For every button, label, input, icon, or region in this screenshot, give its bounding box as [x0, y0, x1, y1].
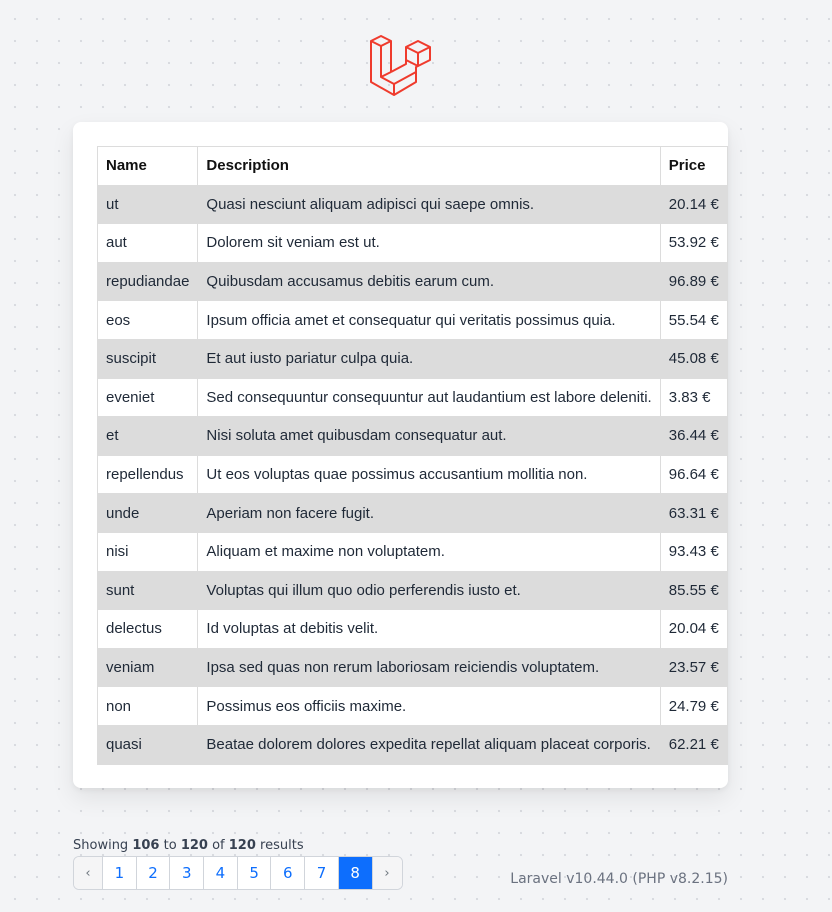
- cell-price: 96.89 €: [659, 261, 728, 302]
- cell-name: suscipit: [96, 338, 199, 379]
- table-row: eveniet Sed consequuntur consequuntur aut…: [96, 377, 728, 418]
- to-word: to: [163, 838, 177, 853]
- table-row: suscipit Et aut iusto pariatur culpa quia…: [96, 338, 728, 379]
- table-row: non Possimus eos officiis maxime. 24.79 €: [96, 686, 728, 726]
- cell-name: non: [96, 686, 199, 726]
- cell-description: Aliquam et maxime non voluptatem.: [197, 531, 661, 572]
- cell-name: delectus: [96, 609, 199, 649]
- table-row: veniam Ipsa sed quas non rerum laboriosam…: [96, 647, 728, 688]
- of-word: of: [212, 838, 225, 853]
- cell-name: unde: [96, 493, 199, 533]
- cell-description: Aperiam non facere fugit.: [197, 493, 661, 533]
- cell-price: 36.44 €: [659, 416, 728, 456]
- table-row: repellendus Ut eos voluptas quae possimus…: [96, 454, 728, 495]
- cell-name: nisi: [96, 531, 199, 572]
- range-from: 106: [132, 838, 160, 853]
- table-row: quasi Beatae dolorem dolores expedita rep…: [96, 724, 728, 765]
- cell-description: Sed consequuntur consequuntur aut laudan…: [197, 377, 661, 418]
- table-row: nisi Aliquam et maxime non voluptatem. 93.…: [96, 531, 728, 572]
- cell-price: 53.92 €: [659, 223, 728, 263]
- table-row: eos Ipsum officia amet et consequatur qui…: [96, 300, 728, 340]
- previous-page-button[interactable]: ‹: [74, 857, 103, 889]
- column-header-name: Name: [96, 146, 199, 186]
- cell-description: Dolorem sit veniam est ut.: [197, 223, 661, 263]
- page-button-5[interactable]: 5: [238, 857, 272, 889]
- cell-price: 20.14 €: [659, 184, 728, 225]
- cell-description: Id voluptas at debitis velit.: [197, 609, 661, 649]
- table-header-row: Name Description Price: [96, 146, 728, 186]
- page-button-3[interactable]: 3: [170, 857, 205, 889]
- cell-description: Ipsum officia amet et consequatur qui ve…: [197, 300, 661, 340]
- table-row: et Nisi soluta amet quibusdam consequatur…: [96, 416, 728, 456]
- pagination: ‹ 1 2 3 4 5 6 7 8 ›: [73, 856, 403, 890]
- cell-description: Beatae dolorem dolores expedita repellat…: [197, 724, 661, 765]
- cell-name: ut: [96, 184, 199, 225]
- cell-name: quasi: [96, 724, 199, 765]
- total-results: 120: [228, 838, 256, 853]
- page-button-6[interactable]: 6: [271, 857, 306, 889]
- cell-price: 85.55 €: [659, 570, 728, 611]
- column-header-price: Price: [659, 146, 728, 186]
- table-row: sunt Voluptas qui illum quo odio perferen…: [96, 570, 728, 611]
- cell-name: repellendus: [96, 454, 199, 495]
- cell-name: eos: [96, 300, 199, 340]
- showing-prefix: Showing: [73, 838, 129, 853]
- cell-name: repudiandae: [96, 261, 199, 302]
- table-row: ut Quasi nesciunt aliquam adipisci qui sa…: [96, 184, 728, 225]
- table-row: aut Dolorem sit veniam est ut. 53.92 €: [96, 223, 728, 263]
- page-button-8[interactable]: 8: [338, 857, 373, 889]
- cell-description: Possimus eos officiis maxime.: [197, 686, 661, 726]
- cell-price: 62.21 €: [659, 724, 728, 765]
- cell-price: 23.57 €: [659, 647, 728, 688]
- cell-price: 45.08 €: [659, 338, 728, 379]
- range-to: 120: [180, 838, 208, 853]
- page-button-4[interactable]: 4: [204, 857, 238, 889]
- cell-description: Quasi nesciunt aliquam adipisci qui saep…: [197, 184, 661, 225]
- page-button-2[interactable]: 2: [137, 857, 171, 889]
- products-table: Name Description Price ut Quasi nesciunt …: [96, 146, 728, 765]
- cell-description: Quibusdam accusamus debitis earum cum.: [197, 261, 661, 302]
- version-info: Laravel v10.44.0 (PHP v8.2.15): [510, 871, 728, 887]
- cell-price: 63.31 €: [659, 493, 728, 533]
- table-row: unde Aperiam non facere fugit. 63.31 €: [96, 493, 728, 533]
- cell-name: veniam: [96, 647, 199, 688]
- cell-name: aut: [96, 223, 199, 263]
- column-header-description: Description: [197, 146, 661, 186]
- next-page-button[interactable]: ›: [372, 857, 402, 889]
- cell-name: sunt: [96, 570, 199, 611]
- products-card: Name Description Price ut Quasi nesciunt …: [73, 122, 728, 788]
- cell-price: 3.83 €: [659, 377, 728, 418]
- table-row: repudiandae Quibusdam accusamus debitis e…: [96, 261, 728, 302]
- cell-description: Ipsa sed quas non rerum laboriosam reici…: [197, 647, 661, 688]
- results-word: results: [260, 838, 304, 853]
- pagination-summary: Showing 106 to 120 of 120 results: [73, 838, 304, 853]
- cell-name: eveniet: [96, 377, 199, 418]
- page-button-7[interactable]: 7: [305, 857, 339, 889]
- cell-description: Nisi soluta amet quibusdam consequatur a…: [197, 416, 661, 456]
- cell-price: 96.64 €: [659, 454, 728, 495]
- cell-price: 24.79 €: [659, 686, 728, 726]
- table-row: delectus Id voluptas at debitis velit. 20.…: [96, 609, 728, 649]
- laravel-logo-icon[interactable]: [367, 33, 433, 99]
- cell-price: 55.54 €: [659, 300, 728, 340]
- cell-price: 93.43 €: [659, 531, 728, 572]
- cell-price: 20.04 €: [659, 609, 728, 649]
- cell-description: Et aut iusto pariatur culpa quia.: [197, 338, 661, 379]
- cell-description: Voluptas qui illum quo odio perferendis …: [197, 570, 661, 611]
- cell-description: Ut eos voluptas quae possimus accusantiu…: [197, 454, 661, 495]
- cell-name: et: [96, 416, 199, 456]
- page-button-1[interactable]: 1: [103, 857, 137, 889]
